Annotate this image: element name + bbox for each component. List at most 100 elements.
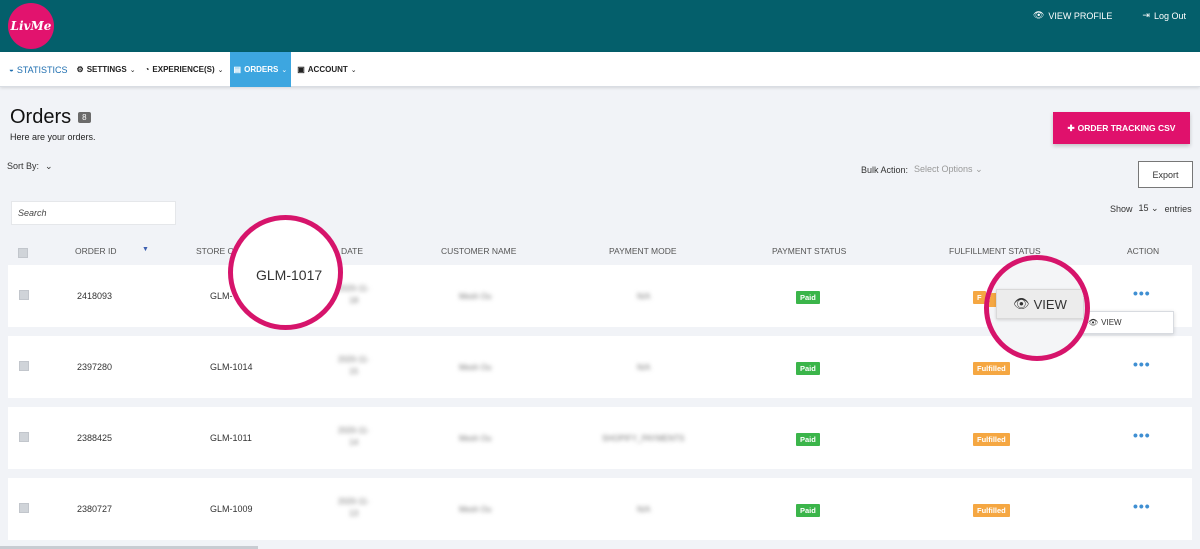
store-order: GLM-1009 (210, 504, 253, 514)
top-links: 👁 VIEW PROFILE ⇥ Log Out (1033, 10, 1186, 21)
col-payment-status[interactable]: PAYMENT STATUS (772, 246, 846, 256)
select-all-checkbox[interactable] (18, 248, 28, 258)
row-actions-menu[interactable]: ••• (1133, 356, 1151, 372)
chevron-down-icon: ⌄ (975, 164, 983, 174)
chevron-down-icon: ⌄ (45, 161, 53, 171)
row-actions-menu[interactable]: ••• (1133, 285, 1151, 301)
livme-logo[interactable]: LivMe (8, 3, 54, 49)
col-payment-mode[interactable]: PAYMENT MODE (609, 246, 677, 256)
order-id: 2388425 (77, 433, 113, 443)
sort-desc-icon[interactable]: ▼ (142, 246, 149, 253)
fulfillment-status-badge: Fulfilled (973, 362, 1010, 375)
row-checkbox[interactable] (19, 503, 29, 513)
date-line2: 18 (349, 296, 359, 305)
view-menu-label: VIEW (1101, 318, 1122, 327)
payment-status-badge: Paid (796, 433, 820, 446)
zoom-callout-view: 👁 VIEW (984, 255, 1090, 361)
store-order: GLM-1014 (210, 362, 253, 372)
page-subtitle: Here are your orders. (10, 132, 96, 142)
order-date: 2020-11- 13 (338, 496, 369, 520)
sort-by-label: Sort By: (7, 161, 40, 171)
date-line2: 13 (349, 509, 359, 518)
nav-settings[interactable]: ⚙ SETTINGS ⌄ (74, 52, 139, 87)
order-id: 2380727 (77, 504, 113, 514)
fulfillment-status-badge: Fulfilled (973, 504, 1010, 517)
nav-account[interactable]: ▣ ACCOUNT ⌄ (294, 52, 359, 87)
nav-settings-label: SETTINGS (86, 65, 127, 74)
account-icon: ▣ (297, 65, 305, 74)
col-order-id[interactable]: ORDER ID (75, 246, 117, 256)
fulfillment-status-badge: Fulfilled (973, 433, 1010, 446)
logout-link[interactable]: ⇥ Log Out (1142, 10, 1186, 21)
order-date: 2020-11- 14 (338, 425, 369, 449)
export-button[interactable]: Export (1138, 161, 1193, 188)
bulk-action: Bulk Action: Select Options ⌄ (861, 164, 983, 175)
experience-icon: ◔ (144, 65, 150, 74)
view-profile-label: VIEW PROFILE (1048, 10, 1113, 21)
orders-icon: ▤ (233, 65, 242, 74)
col-action: ACTION (1127, 246, 1160, 256)
payment-mode: N/A (637, 292, 651, 301)
row-checkbox[interactable] (19, 432, 29, 442)
store-order: GLM-1011 (210, 433, 252, 443)
row-actions-menu[interactable]: ••• (1133, 427, 1151, 443)
show-entries: Show 15 ⌄ entries (1110, 203, 1192, 214)
table-row: 2380727 GLM-1009 2020-11- 13 Mesh Ou N/A… (8, 478, 1192, 540)
chevron-down-icon: ⌄ (217, 66, 224, 74)
nav-account-label: ACCOUNT (307, 65, 348, 74)
date-line1: 2020-11- (338, 355, 370, 364)
sort-by-dropdown[interactable]: Sort By: ⌄ (7, 161, 53, 172)
col-fulfillment-status[interactable]: FULFILLMENT STATUS (949, 246, 1041, 256)
date-line1: 2020-11- (338, 426, 370, 435)
zoom-view-button[interactable]: 👁 VIEW (996, 289, 1084, 319)
nav-statistics-label: STATISTICS (16, 64, 68, 75)
col-customer-name[interactable]: CUSTOMER NAME (441, 246, 516, 256)
view-profile-link[interactable]: 👁 VIEW PROFILE (1033, 10, 1112, 21)
date-line1: 2020-11- (338, 284, 370, 293)
eye-icon: 👁 (1088, 318, 1099, 327)
bulk-action-select[interactable]: Select Options ⌄ (914, 164, 983, 175)
nav-orders[interactable]: ▤ ORDERS ⌄ (229, 52, 292, 87)
show-label: Show (1110, 203, 1133, 214)
order-tracking-csv-button[interactable]: ✚ ORDER TRACKING CSV (1053, 112, 1190, 144)
entries-select[interactable]: 15 ⌄ (1139, 203, 1159, 214)
zoom-view-label: VIEW (1033, 296, 1067, 312)
date-line1: 2020-11- (338, 497, 370, 506)
bulk-action-placeholder: Select Options (914, 164, 973, 174)
payment-status-badge: Paid (796, 291, 820, 304)
eye-icon: 👁 (1032, 10, 1045, 20)
row-checkbox[interactable] (19, 290, 29, 300)
top-bar: LivMe 👁 VIEW PROFILE ⇥ Log Out (0, 0, 1200, 52)
logout-icon: ⇥ (1142, 10, 1150, 20)
order-id: 2397280 (77, 362, 113, 372)
entries-value: 15 (1138, 203, 1149, 213)
bulk-action-label: Bulk Action: (861, 164, 909, 175)
zoom-callout-store-order: GLM-1017 (228, 215, 343, 330)
order-date: 2020-11- 15 (338, 354, 369, 378)
chevron-down-icon: ⌄ (281, 66, 288, 74)
table-row: 2388425 GLM-1011 2020-11- 14 Mesh Ou SHO… (8, 407, 1192, 469)
order-date: 2020-11- 18 (338, 283, 369, 307)
col-store-order[interactable]: STORE O (196, 246, 234, 256)
payment-status-badge: Paid (796, 362, 820, 375)
col-date[interactable]: DATE (341, 246, 363, 256)
search-input[interactable] (11, 201, 176, 225)
chevron-down-icon: ⌄ (129, 66, 136, 74)
customer-name: Mesh Ou (459, 292, 492, 301)
eye-icon: 👁 (1013, 296, 1030, 311)
gear-icon: ⚙ (76, 65, 84, 74)
page-title: Orders 8 (10, 106, 91, 129)
nav-experiences-label: EXPERIENCE(S) (152, 65, 215, 74)
payment-mode: N/A (637, 363, 651, 372)
customer-name: Mesh Ou (459, 363, 492, 372)
customer-name: Mesh Ou (459, 434, 492, 443)
plus-icon: ✚ (1067, 122, 1075, 133)
view-menu-item[interactable]: 👁 VIEW (1077, 311, 1174, 334)
nav-orders-label: ORDERS (244, 65, 279, 74)
nav-experiences[interactable]: ◔ EXPERIENCE(S) ⌄ (142, 52, 227, 87)
nav-statistics[interactable]: ◒ STATISTICS (6, 52, 71, 87)
entries-label: entries (1164, 203, 1192, 214)
row-actions-menu[interactable]: ••• (1133, 498, 1151, 514)
row-checkbox[interactable] (19, 361, 29, 371)
csv-button-label: ORDER TRACKING CSV (1077, 123, 1176, 133)
